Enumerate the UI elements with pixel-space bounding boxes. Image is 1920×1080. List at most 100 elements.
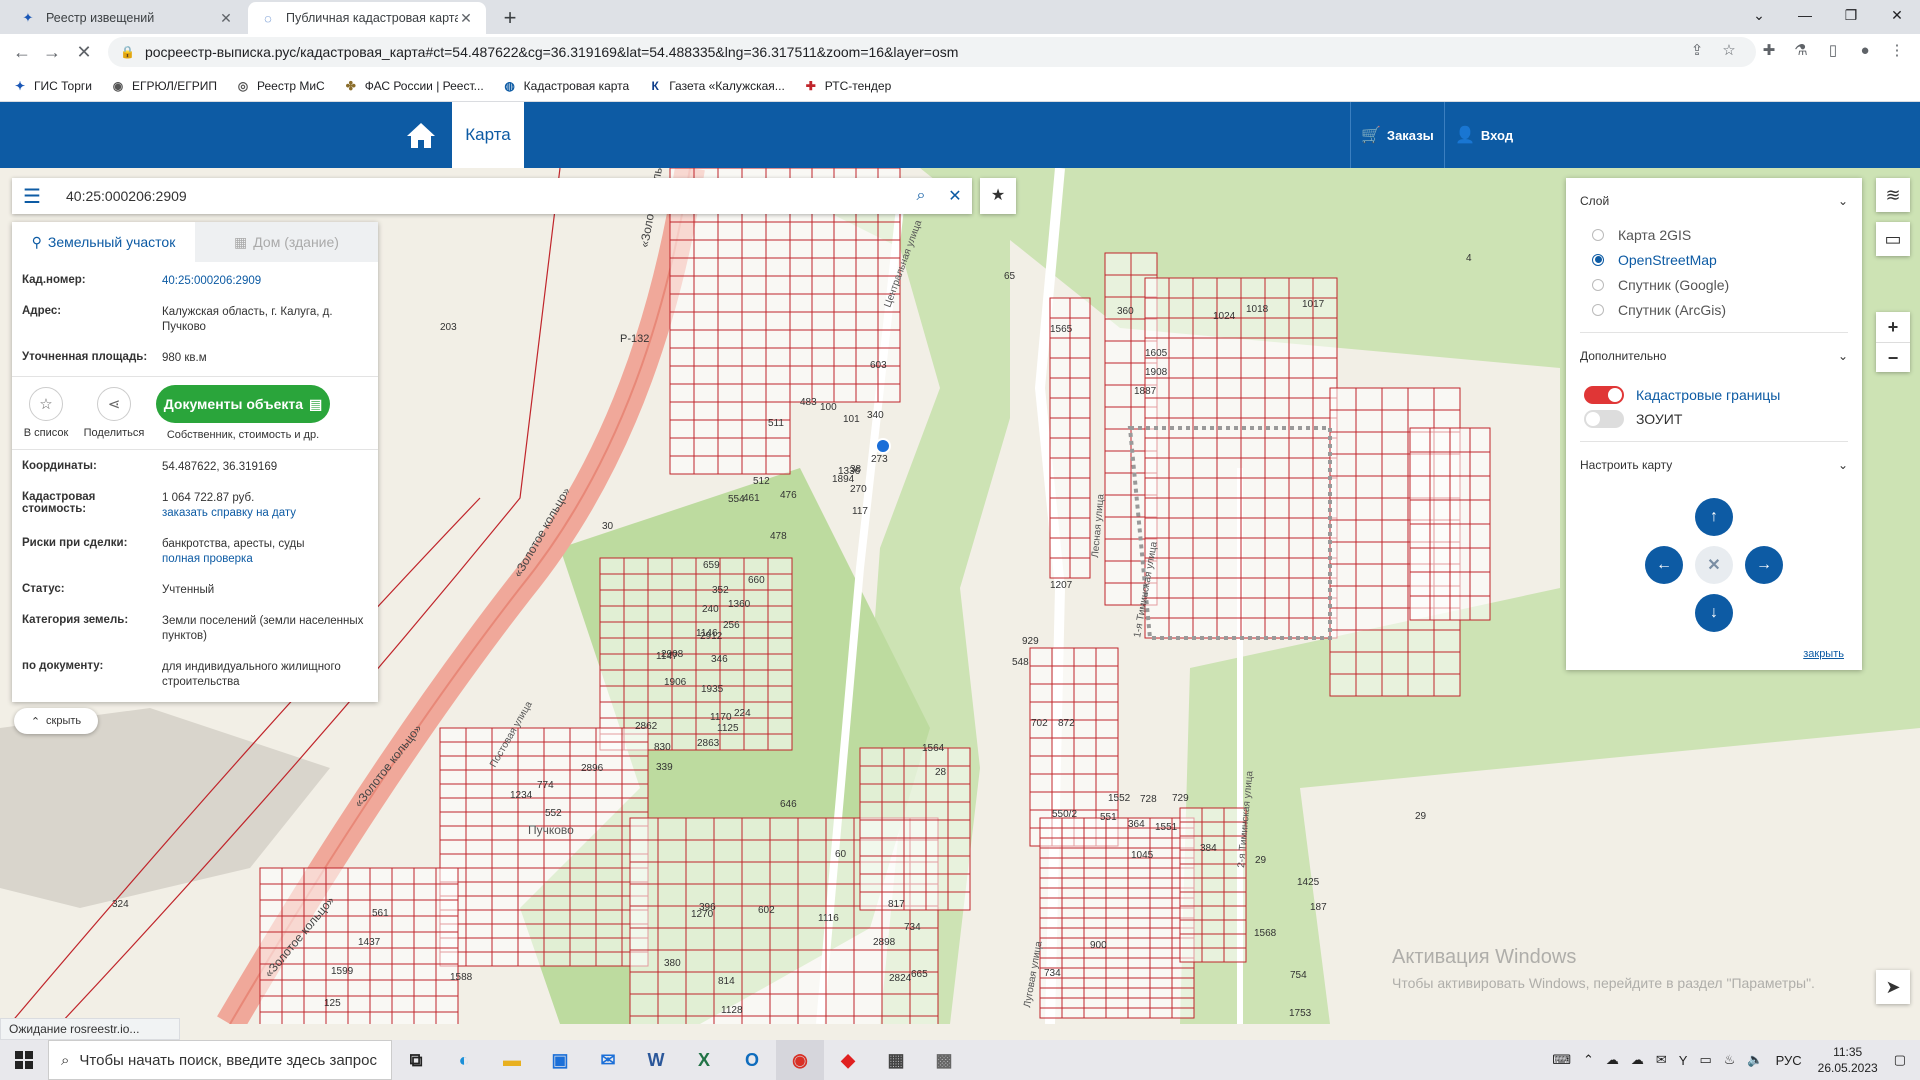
parcel[interactable] — [1069, 557, 1091, 579]
parcel[interactable] — [669, 293, 695, 313]
parcel[interactable] — [623, 557, 649, 575]
parcel[interactable] — [903, 891, 927, 911]
pan-up-button[interactable]: ↑ — [1695, 498, 1733, 536]
parcel[interactable] — [595, 951, 623, 967]
parcel[interactable] — [853, 971, 883, 995]
parcel[interactable] — [1355, 453, 1383, 477]
parcel[interactable] — [281, 979, 305, 997]
parcel[interactable] — [595, 727, 623, 743]
parcel[interactable] — [765, 239, 791, 259]
parcel[interactable] — [669, 275, 695, 295]
parcel[interactable] — [1127, 1007, 1151, 1019]
parcel[interactable] — [789, 365, 813, 385]
parcel[interactable] — [789, 311, 813, 331]
layer-option-2gis[interactable]: Карта 2GIS — [1566, 222, 1862, 247]
parcel[interactable] — [859, 873, 883, 893]
parcel[interactable] — [491, 867, 519, 883]
parcel[interactable] — [1039, 927, 1063, 939]
parcel[interactable] — [1329, 563, 1357, 587]
parcel[interactable] — [1288, 277, 1314, 299]
parcel[interactable] — [1264, 317, 1290, 339]
parcel[interactable] — [1073, 647, 1097, 667]
parcel[interactable] — [347, 979, 371, 997]
parcel[interactable] — [713, 861, 743, 885]
parcel[interactable] — [713, 905, 743, 929]
parcel[interactable] — [1409, 523, 1431, 549]
parcel[interactable] — [1469, 475, 1491, 501]
parcel[interactable] — [491, 951, 519, 967]
parcel[interactable] — [1061, 1007, 1085, 1019]
parcel[interactable] — [595, 797, 623, 813]
parcel[interactable] — [599, 701, 625, 719]
parcel[interactable] — [1312, 317, 1338, 339]
parcel[interactable] — [1127, 897, 1151, 909]
parcel[interactable] — [833, 311, 857, 331]
parcel[interactable] — [657, 861, 687, 885]
parcel[interactable] — [1381, 519, 1409, 543]
parcel[interactable] — [1449, 523, 1471, 549]
parcel[interactable] — [1168, 437, 1194, 459]
excel-icon[interactable]: X — [680, 1040, 728, 1080]
parcel[interactable] — [623, 637, 649, 655]
parcel[interactable] — [543, 895, 571, 911]
parcel[interactable] — [1216, 477, 1242, 499]
parcel[interactable] — [1288, 397, 1314, 419]
locate-me-button[interactable]: ➤ — [1876, 970, 1910, 1004]
parcel[interactable] — [1433, 629, 1461, 653]
parcel[interactable] — [1407, 651, 1435, 675]
parcel[interactable] — [741, 437, 767, 457]
parcel[interactable] — [1105, 897, 1129, 909]
parcel[interactable] — [741, 949, 771, 973]
parcel[interactable] — [1127, 987, 1151, 999]
parcel[interactable] — [767, 669, 793, 687]
parcel[interactable] — [1264, 477, 1290, 499]
parcel[interactable] — [517, 909, 545, 925]
parcel[interactable] — [789, 293, 813, 313]
parcel[interactable] — [569, 895, 597, 911]
parcel[interactable] — [717, 455, 743, 475]
parcel[interactable] — [1216, 597, 1242, 619]
parcel[interactable] — [369, 947, 393, 965]
parcel[interactable] — [647, 621, 673, 639]
parcel[interactable] — [1355, 387, 1383, 411]
parcel[interactable] — [925, 801, 949, 821]
parcel[interactable] — [741, 329, 767, 349]
parcel[interactable] — [1179, 933, 1203, 949]
parcel[interactable] — [1049, 557, 1071, 579]
parcel[interactable] — [1051, 791, 1075, 811]
parcel[interactable] — [595, 811, 623, 827]
parcel[interactable] — [413, 867, 437, 885]
parcel[interactable] — [1051, 683, 1075, 703]
parcel[interactable] — [833, 365, 857, 385]
parcel[interactable] — [1069, 497, 1091, 519]
parcel[interactable] — [1105, 837, 1129, 849]
parcel[interactable] — [1168, 597, 1194, 619]
parcel[interactable] — [741, 883, 771, 907]
parcel[interactable] — [693, 419, 719, 439]
parcel[interactable] — [797, 1015, 827, 1024]
parcel[interactable] — [391, 995, 415, 1013]
parcel[interactable] — [439, 755, 467, 771]
pan-left-button[interactable]: ← — [1645, 546, 1683, 584]
parcel[interactable] — [1105, 927, 1129, 939]
parcel[interactable] — [1069, 537, 1091, 559]
parcel[interactable] — [1409, 475, 1431, 501]
parcel[interactable] — [1149, 837, 1173, 849]
parcel[interactable] — [1069, 397, 1091, 419]
parcel[interactable] — [693, 347, 719, 367]
pan-down-button[interactable]: ↓ — [1695, 594, 1733, 632]
parcel[interactable] — [1168, 517, 1194, 539]
parcel[interactable] — [1469, 523, 1491, 549]
parcel[interactable] — [1192, 357, 1218, 379]
parcel[interactable] — [1168, 617, 1194, 639]
parcel[interactable] — [325, 867, 349, 885]
parcel[interactable] — [569, 853, 597, 869]
parcel[interactable] — [1329, 585, 1357, 609]
parcel[interactable] — [491, 923, 519, 939]
parcel[interactable] — [833, 275, 857, 295]
parcel[interactable] — [903, 873, 927, 893]
search-icon[interactable]: ⌕ — [904, 187, 938, 205]
parcel[interactable] — [671, 573, 697, 591]
nav-tab-map[interactable]: Карта — [452, 102, 524, 168]
parcel[interactable] — [465, 951, 493, 967]
